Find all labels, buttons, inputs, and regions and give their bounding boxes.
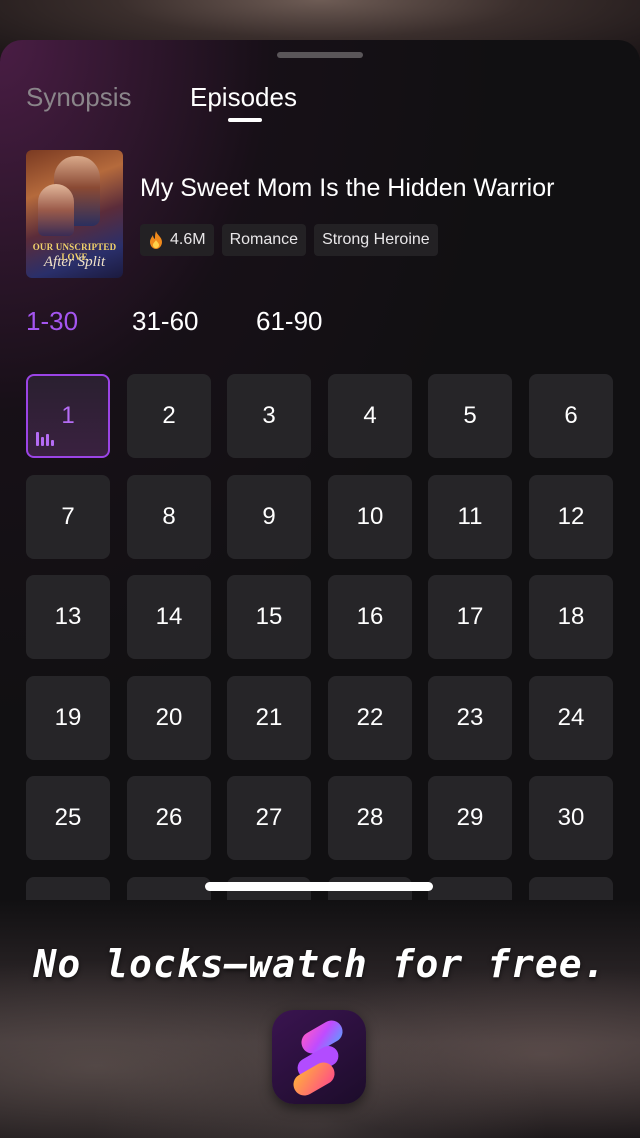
episode-number: 4	[363, 402, 377, 429]
episode-tile-14[interactable]: 14	[127, 575, 211, 659]
episode-number: 21	[255, 704, 283, 731]
promo-caption: No locks—watch for free.	[33, 942, 607, 986]
episode-number: 9	[262, 503, 276, 530]
episode-number: 8	[162, 503, 176, 530]
episode-tile-22[interactable]: 22	[328, 676, 412, 760]
episode-tile-17[interactable]: 17	[428, 575, 512, 659]
episode-number: 16	[356, 603, 384, 630]
episode-tile-23[interactable]: 23	[428, 676, 512, 760]
episode-number: 11	[457, 503, 483, 530]
episode-number: 15	[255, 603, 283, 630]
show-title: My Sweet Mom Is the Hidden Warrior	[140, 174, 555, 202]
episode-tile-24[interactable]: 24	[529, 676, 613, 760]
episode-tile-5[interactable]: 5	[428, 374, 512, 458]
episode-number: 23	[456, 704, 484, 731]
episode-tile-4[interactable]: 4	[328, 374, 412, 458]
home-indicator[interactable]	[205, 882, 433, 891]
episode-number: 27	[255, 804, 283, 831]
tag-romance[interactable]: Romance	[221, 224, 307, 256]
episode-tile-6[interactable]: 6	[529, 374, 613, 458]
episode-number: 30	[557, 804, 585, 831]
cover-figure-woman	[38, 184, 74, 236]
show-cover-image: OUR UNSCRIPTED LOVE After Split	[26, 150, 123, 278]
episode-tile-28[interactable]: 28	[328, 776, 412, 860]
episode-tile-3[interactable]: 3	[227, 374, 311, 458]
playing-bars-icon	[36, 430, 54, 446]
episode-tile-8[interactable]: 8	[127, 475, 211, 559]
episode-tile-19[interactable]: 19	[26, 676, 110, 760]
active-tab-indicator	[228, 118, 262, 122]
app-logo-icon	[272, 1010, 366, 1104]
episode-tile-27[interactable]: 27	[227, 776, 311, 860]
episode-tile-15[interactable]: 15	[227, 575, 311, 659]
episode-number: 12	[557, 503, 585, 530]
episode-number: 7	[61, 503, 75, 530]
episode-tile-16[interactable]: 16	[328, 575, 412, 659]
episode-number: 24	[557, 704, 585, 731]
episode-tile-11[interactable]: 11	[428, 475, 512, 559]
app-logo-mark	[293, 1020, 343, 1096]
tag-strong-heroine[interactable]: Strong Heroine	[314, 224, 438, 256]
cover-title-line2: After Split	[43, 254, 106, 270]
episode-tile-7[interactable]: 7	[26, 475, 110, 559]
episode-number: 19	[54, 704, 82, 731]
episode-number: 28	[356, 804, 384, 831]
episode-tile-29[interactable]: 29	[428, 776, 512, 860]
episode-tile-20[interactable]: 20	[127, 676, 211, 760]
episodes-sheet: Synopsis Episodes OUR UNSCRIPTED LOVE Af…	[0, 40, 640, 916]
episode-number: 20	[155, 704, 183, 731]
sheet-grab-handle[interactable]	[277, 52, 363, 58]
episode-number: 14	[155, 603, 183, 630]
episode-tile-18[interactable]: 18	[529, 575, 613, 659]
tab-synopsis[interactable]: Synopsis	[26, 82, 132, 113]
views-count: 4.6M	[170, 231, 206, 248]
range-tab-31-60[interactable]: 31-60	[132, 306, 199, 337]
episode-number: 6	[564, 402, 578, 429]
episode-tile-2[interactable]: 2	[127, 374, 211, 458]
episode-number: 29	[456, 804, 484, 831]
episode-tile-13[interactable]: 13	[26, 575, 110, 659]
episode-tile-26[interactable]: 26	[127, 776, 211, 860]
episode-number: 10	[356, 503, 384, 530]
range-tab-1-30[interactable]: 1-30	[26, 306, 78, 337]
episode-tile-25[interactable]: 25	[26, 776, 110, 860]
episode-number: 3	[262, 402, 276, 429]
episode-tile-21[interactable]: 21	[227, 676, 311, 760]
tab-episodes[interactable]: Episodes	[190, 82, 297, 113]
episode-tile-30[interactable]: 30	[529, 776, 613, 860]
episode-number: 26	[155, 804, 183, 831]
episode-number: 5	[463, 402, 477, 429]
episode-tile-10[interactable]: 10	[328, 475, 412, 559]
episode-number: 2	[162, 402, 176, 429]
episode-tile-9[interactable]: 9	[227, 475, 311, 559]
views-badge: 4.6M	[140, 224, 214, 256]
episode-number: 17	[456, 603, 484, 630]
show-tags: 4.6M Romance Strong Heroine	[140, 224, 438, 256]
episode-number: 1	[61, 402, 75, 429]
episode-number: 25	[54, 804, 82, 831]
episode-tile-1[interactable]: 1	[26, 374, 110, 458]
episode-tile-12[interactable]: 12	[529, 475, 613, 559]
episode-number: 22	[356, 704, 384, 731]
episode-number: 18	[557, 603, 585, 630]
episode-number: 13	[54, 603, 82, 630]
range-tab-61-90[interactable]: 61-90	[256, 306, 323, 337]
flame-icon	[150, 231, 162, 249]
